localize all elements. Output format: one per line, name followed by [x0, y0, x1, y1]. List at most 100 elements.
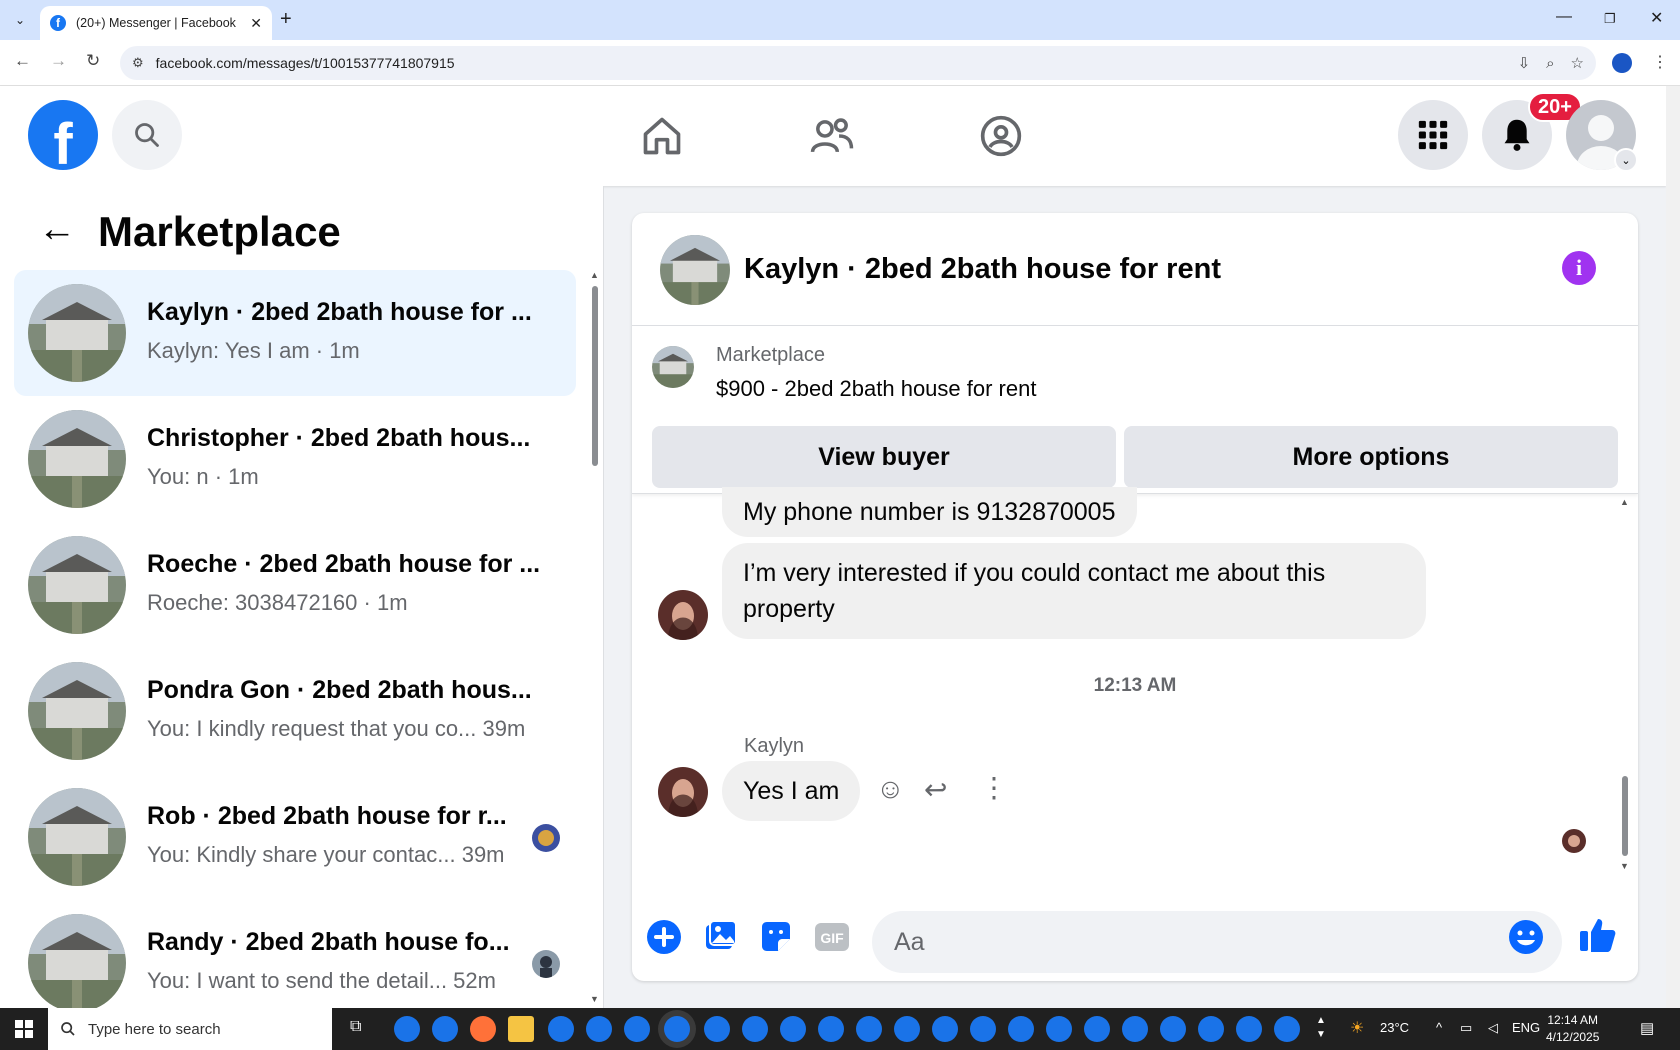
chrome-taskbar-icon[interactable] [1198, 1016, 1224, 1042]
zoom-icon[interactable]: ⌕ [1546, 55, 1554, 72]
task-view-icon[interactable]: ⧉ [350, 1018, 361, 1036]
seen-avatar [532, 824, 560, 852]
view-buyer-button[interactable]: View buyer [652, 426, 1116, 488]
sender-avatar[interactable] [658, 590, 708, 640]
chrome-profile-icon[interactable] [1612, 53, 1632, 73]
emoji-icon[interactable] [1508, 919, 1544, 955]
firefox-taskbar-icon[interactable] [470, 1016, 496, 1042]
weather-icon[interactable]: ☀ [1350, 1018, 1364, 1038]
temperature[interactable]: 23°C [1380, 1020, 1409, 1035]
conversation-snippet: Kaylyn: Yes I am · 1m [147, 338, 360, 363]
restore-button[interactable]: ❐ [1604, 11, 1616, 27]
minimize-button[interactable]: — [1556, 8, 1572, 26]
chrome-taskbar-icon[interactable] [742, 1016, 768, 1042]
home-nav-button[interactable] [638, 112, 686, 160]
react-emoji-icon[interactable]: ☺ [876, 773, 905, 805]
panel-title: Marketplace [98, 208, 341, 255]
menu-button[interactable] [1398, 100, 1468, 170]
chat-title[interactable]: Kaylyn · 2bed 2bath house for rent [744, 253, 1221, 286]
more-options-button[interactable]: More options [1124, 426, 1618, 488]
volume-icon[interactable]: ◁ [1488, 1020, 1498, 1036]
more-actions-icon[interactable]: ⋮ [980, 771, 1008, 804]
network-icon[interactable]: ▭ [1460, 1020, 1472, 1036]
back-arrow-icon[interactable]: ← [38, 208, 76, 251]
message-bubble[interactable]: My phone number is 9132870005 [722, 487, 1137, 537]
taskbar-clock[interactable]: 12:14 AM 4/12/2025 [1546, 1012, 1599, 1046]
reply-icon[interactable]: ↩ [924, 773, 947, 806]
tab-search-button[interactable]: ⌄ [8, 8, 32, 32]
chrome-taskbar-icon[interactable] [894, 1016, 920, 1042]
site-info-icon[interactable]: ⚙ [132, 55, 144, 71]
chrome-taskbar-icon[interactable] [818, 1016, 844, 1042]
chrome-taskbar-icon[interactable] [1046, 1016, 1072, 1042]
search-icon [61, 1022, 75, 1036]
sender-avatar[interactable] [658, 767, 708, 817]
message-bubble[interactable]: I’m very interested if you could contact… [722, 543, 1426, 639]
photo-icon[interactable] [702, 919, 738, 955]
chrome-taskbar-icon[interactable] [394, 1016, 420, 1042]
chrome-taskbar-icon[interactable] [1008, 1016, 1034, 1042]
page-scrollbar[interactable] [1666, 86, 1680, 1008]
chrome-taskbar-icon[interactable] [856, 1016, 882, 1042]
scroll-down-arrow[interactable]: ▼ [590, 994, 599, 1004]
chrome-taskbar-icon[interactable] [1160, 1016, 1186, 1042]
taskbar-search[interactable]: Type here to search [48, 1008, 332, 1050]
chrome-taskbar-icon[interactable] [780, 1016, 806, 1042]
back-button[interactable]: ← [14, 51, 31, 71]
chrome-taskbar-icon[interactable] [586, 1016, 612, 1042]
chrome-taskbar-icon[interactable] [548, 1016, 574, 1042]
chrome-taskbar-icon-active[interactable] [664, 1016, 690, 1042]
chrome-taskbar-icon[interactable] [704, 1016, 730, 1042]
gif-icon[interactable]: GIF [814, 919, 850, 955]
message-bubble[interactable]: Yes I am [722, 761, 861, 821]
reload-button[interactable]: ↻ [86, 51, 100, 71]
conversation-item[interactable]: Christopher · 2bed 2bath hous... You: n … [14, 396, 576, 522]
message-input[interactable]: Aa [872, 911, 1562, 973]
search-button[interactable] [112, 100, 182, 170]
chat-listing-thumbnail[interactable] [660, 235, 730, 305]
taskbar-overflow-arrows[interactable]: ▲ ▼ [1316, 1014, 1326, 1042]
thumbs-up-icon[interactable] [1578, 915, 1618, 955]
window-close-button[interactable]: ✕ [1650, 8, 1663, 28]
chrome-taskbar-icon[interactable] [1122, 1016, 1148, 1042]
chrome-taskbar-icon[interactable] [1236, 1016, 1262, 1042]
conversation-item[interactable]: Roeche · 2bed 2bath house for ... Roeche… [14, 522, 576, 648]
chat-scroll-down-arrow[interactable]: ▼ [1620, 861, 1629, 871]
account-chevron-icon[interactable]: ⌄ [1614, 148, 1638, 172]
file-explorer-icon[interactable] [508, 1016, 534, 1042]
friends-nav-button[interactable] [808, 112, 856, 160]
info-icon[interactable]: i [1562, 251, 1596, 285]
address-bar[interactable]: ⚙ facebook.com/messages/t/10015377741807… [120, 46, 1596, 80]
chrome-taskbar-icon[interactable] [970, 1016, 996, 1042]
conversation-item[interactable]: Randy · 2bed 2bath house fo... You: I wa… [14, 900, 576, 1008]
list-scrollbar[interactable] [592, 286, 598, 466]
chrome-taskbar-icon[interactable] [1274, 1016, 1300, 1042]
chat-scroll-up-arrow[interactable]: ▲ [1620, 497, 1629, 507]
notification-center-icon[interactable]: ▤ [1640, 1019, 1654, 1037]
input-language[interactable]: ENG [1512, 1020, 1540, 1035]
close-tab-icon[interactable]: ✕ [250, 15, 262, 32]
chat-scrollbar[interactable] [1622, 776, 1628, 856]
chrome-menu-icon[interactable]: ⋮ [1652, 52, 1668, 72]
bookmark-star-icon[interactable]: ☆ [1571, 54, 1584, 72]
hidden-icons-chevron[interactable]: ^ [1436, 1020, 1442, 1035]
browser-tab[interactable]: f (20+) Messenger | Facebook ✕ [40, 6, 272, 40]
start-button[interactable] [0, 1008, 48, 1050]
sticker-icon[interactable] [758, 919, 794, 955]
groups-nav-button[interactable] [977, 112, 1025, 160]
conversation-item[interactable]: Rob · 2bed 2bath house for r... You: Kin… [14, 774, 576, 900]
chrome-taskbar-icon[interactable] [1084, 1016, 1110, 1042]
conversation-item[interactable]: Pondra Gon · 2bed 2bath hous... You: I k… [14, 648, 576, 774]
chrome-taskbar-icon[interactable] [932, 1016, 958, 1042]
chrome-taskbar-icon[interactable] [624, 1016, 650, 1042]
install-app-icon[interactable]: ⇩ [1518, 54, 1531, 72]
conversation-item[interactable]: Kaylyn · 2bed 2bath house for ... Kaylyn… [14, 270, 576, 396]
listing-thumbnail [28, 410, 126, 508]
listing-price-title[interactable]: $900 - 2bed 2bath house for rent [716, 376, 1036, 402]
scroll-up-arrow[interactable]: ▲ [590, 270, 599, 280]
chrome-taskbar-icon[interactable] [432, 1016, 458, 1042]
forward-button[interactable]: → [50, 51, 67, 71]
facebook-logo-icon[interactable]: f [28, 100, 98, 170]
new-tab-button[interactable]: + [280, 8, 292, 31]
plus-icon[interactable] [646, 919, 682, 955]
